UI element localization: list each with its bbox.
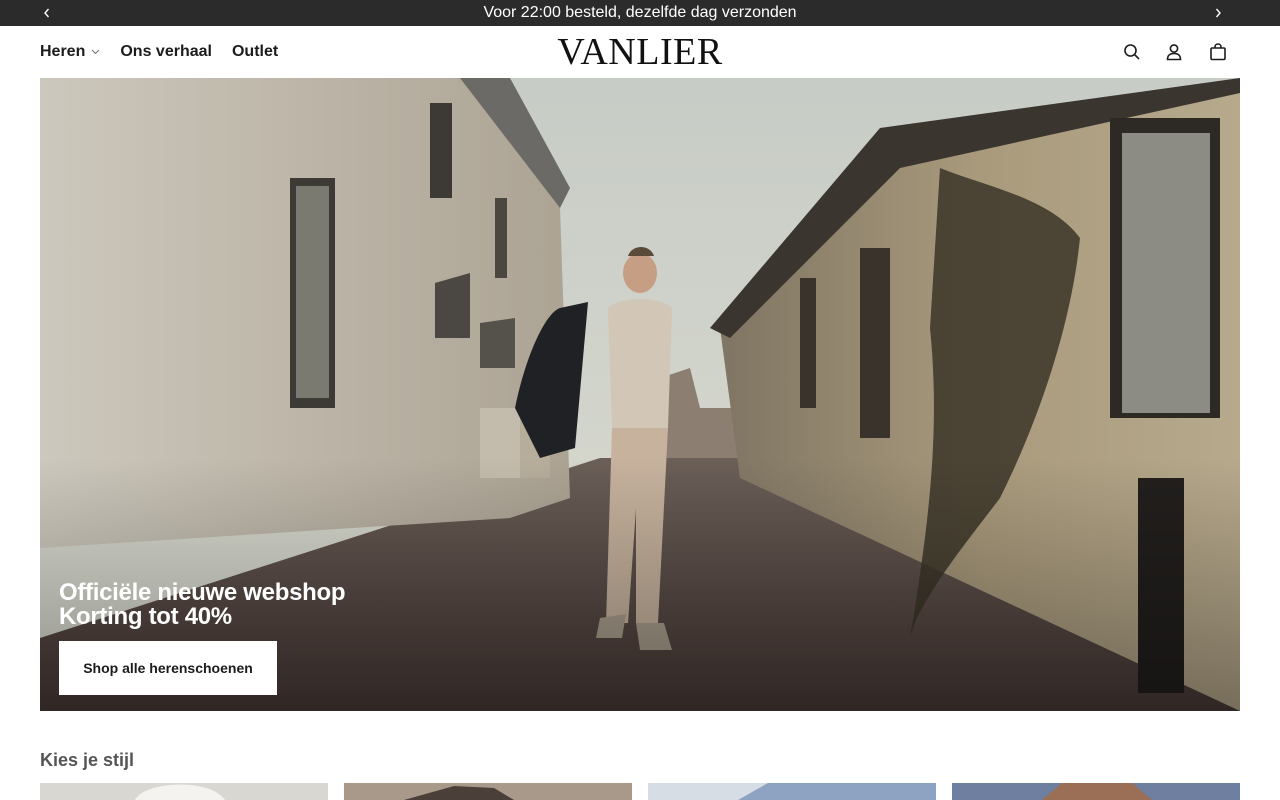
- chevron-down-icon: [91, 49, 100, 55]
- nav-item-label: Ons verhaal: [120, 43, 212, 60]
- hero-title-line2: Korting tot 40%: [59, 603, 232, 630]
- announcement-text: Voor 22:00 besteld, dezelfde dag verzond…: [483, 4, 797, 21]
- search-icon: [1124, 44, 1140, 60]
- section-title: Kies je stijl: [40, 750, 135, 770]
- nav-item-label: Outlet: [231, 43, 279, 60]
- announcement-bar: Voor 22:00 besteld, dezelfde dag verzond…: [0, 0, 1280, 26]
- shop-all-button[interactable]: Shop alle herenschoenen: [59, 641, 277, 695]
- style-card[interactable]: [344, 783, 632, 800]
- account-icon: [1166, 44, 1182, 61]
- chevron-right-icon: [1215, 8, 1221, 18]
- site-header: Heren Ons verhaal Outlet VANLIER: [0, 26, 1280, 78]
- search-button[interactable]: [1120, 40, 1144, 64]
- style-card-image: [648, 783, 936, 800]
- nav-item-ons-verhaal[interactable]: Ons verhaal: [120, 43, 212, 61]
- style-card-image: [952, 783, 1240, 800]
- hero-title-line1: Officiële nieuwe webshop: [59, 579, 346, 606]
- site-logo[interactable]: VANLIER: [540, 32, 740, 72]
- cart-icon: [1210, 43, 1226, 61]
- style-card-image: [344, 783, 632, 800]
- nav-item-label: Heren: [40, 43, 86, 60]
- style-card[interactable]: [40, 783, 328, 800]
- style-card-image: [40, 783, 328, 800]
- hero-banner: Officiële nieuwe webshop Korting tot 40%…: [40, 78, 1240, 711]
- style-card-list: [40, 783, 1240, 800]
- cart-button[interactable]: [1206, 40, 1230, 64]
- announcement-next-button[interactable]: [1209, 4, 1227, 22]
- style-card[interactable]: [952, 783, 1240, 800]
- nav-item-outlet[interactable]: Outlet: [232, 43, 278, 61]
- style-card[interactable]: [648, 783, 936, 800]
- hero-title: Officiële nieuwe webshop Korting tot 40%: [59, 579, 346, 630]
- nav-item-heren[interactable]: Heren: [40, 43, 100, 61]
- main-nav: Heren Ons verhaal Outlet: [40, 26, 298, 78]
- account-button[interactable]: [1162, 40, 1186, 64]
